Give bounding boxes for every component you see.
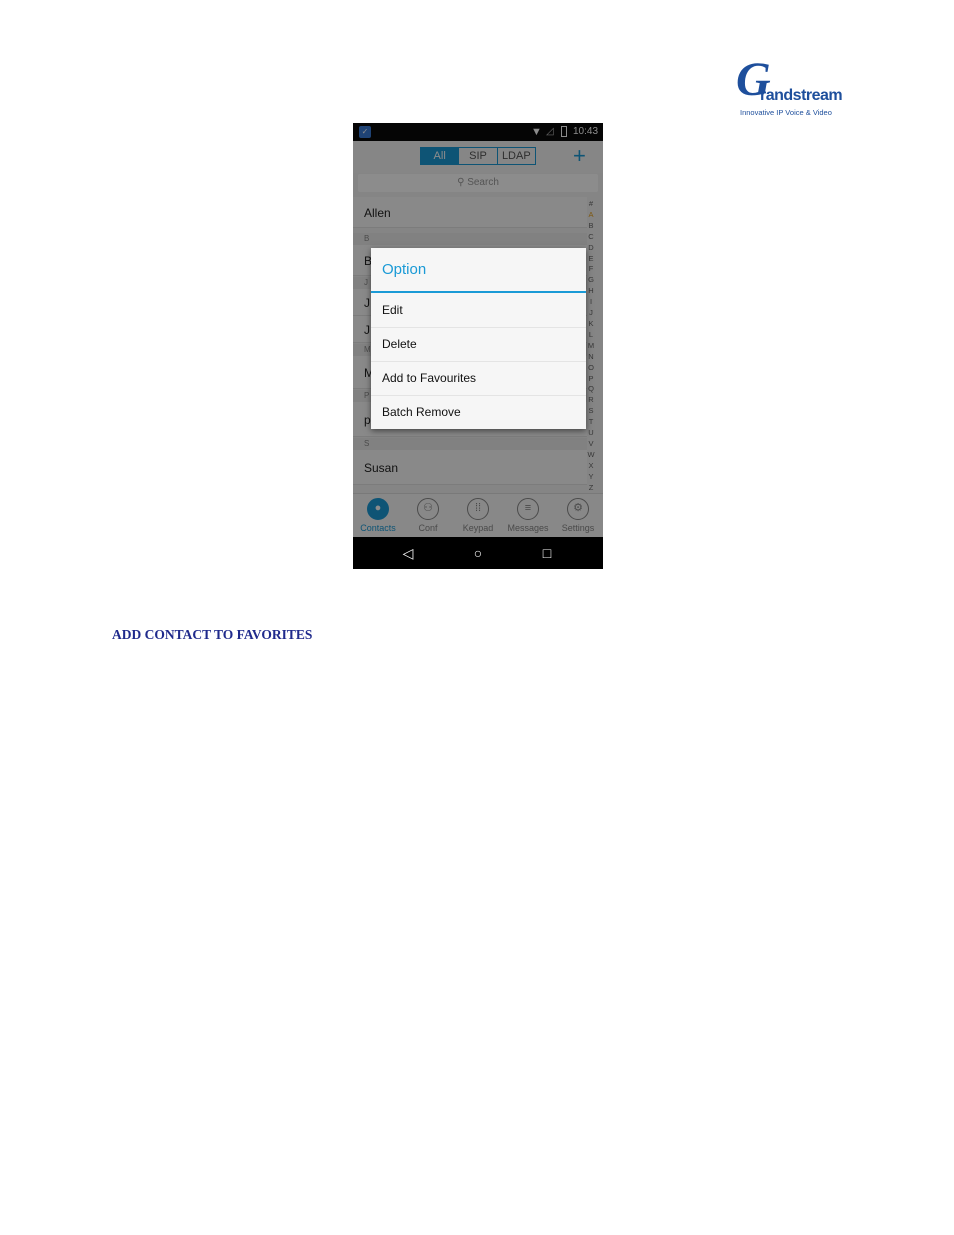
section-heading: ADD CONTACT TO FAVORITES bbox=[112, 627, 313, 642]
recent-apps-icon[interactable]: □ bbox=[537, 543, 557, 563]
dialog-divider bbox=[371, 291, 586, 293]
menu-item-delete[interactable]: Delete bbox=[371, 328, 586, 362]
back-icon[interactable]: ◁ bbox=[398, 543, 418, 563]
home-icon[interactable]: ○ bbox=[468, 543, 488, 563]
option-dialog: Option Edit Delete Add to Favourites Bat… bbox=[371, 248, 586, 429]
menu-item-edit[interactable]: Edit bbox=[371, 294, 586, 328]
menu-item-batch-remove[interactable]: Batch Remove bbox=[371, 396, 586, 429]
dialog-title: Option bbox=[382, 261, 427, 278]
phone-screenshot: ✓ ▼ ◿ 10:43 All SIP LDAP + ⚲ Search Alle… bbox=[353, 123, 603, 569]
grandstream-logo: G randstream Innovative IP Voice & Video bbox=[736, 56, 843, 120]
logo-wordmark: randstream bbox=[760, 87, 843, 104]
android-nav-bar: ◁ ○ □ bbox=[353, 537, 603, 569]
logo-tagline: Innovative IP Voice & Video bbox=[740, 108, 832, 117]
menu-item-add-to-favourites[interactable]: Add to Favourites bbox=[371, 362, 586, 396]
